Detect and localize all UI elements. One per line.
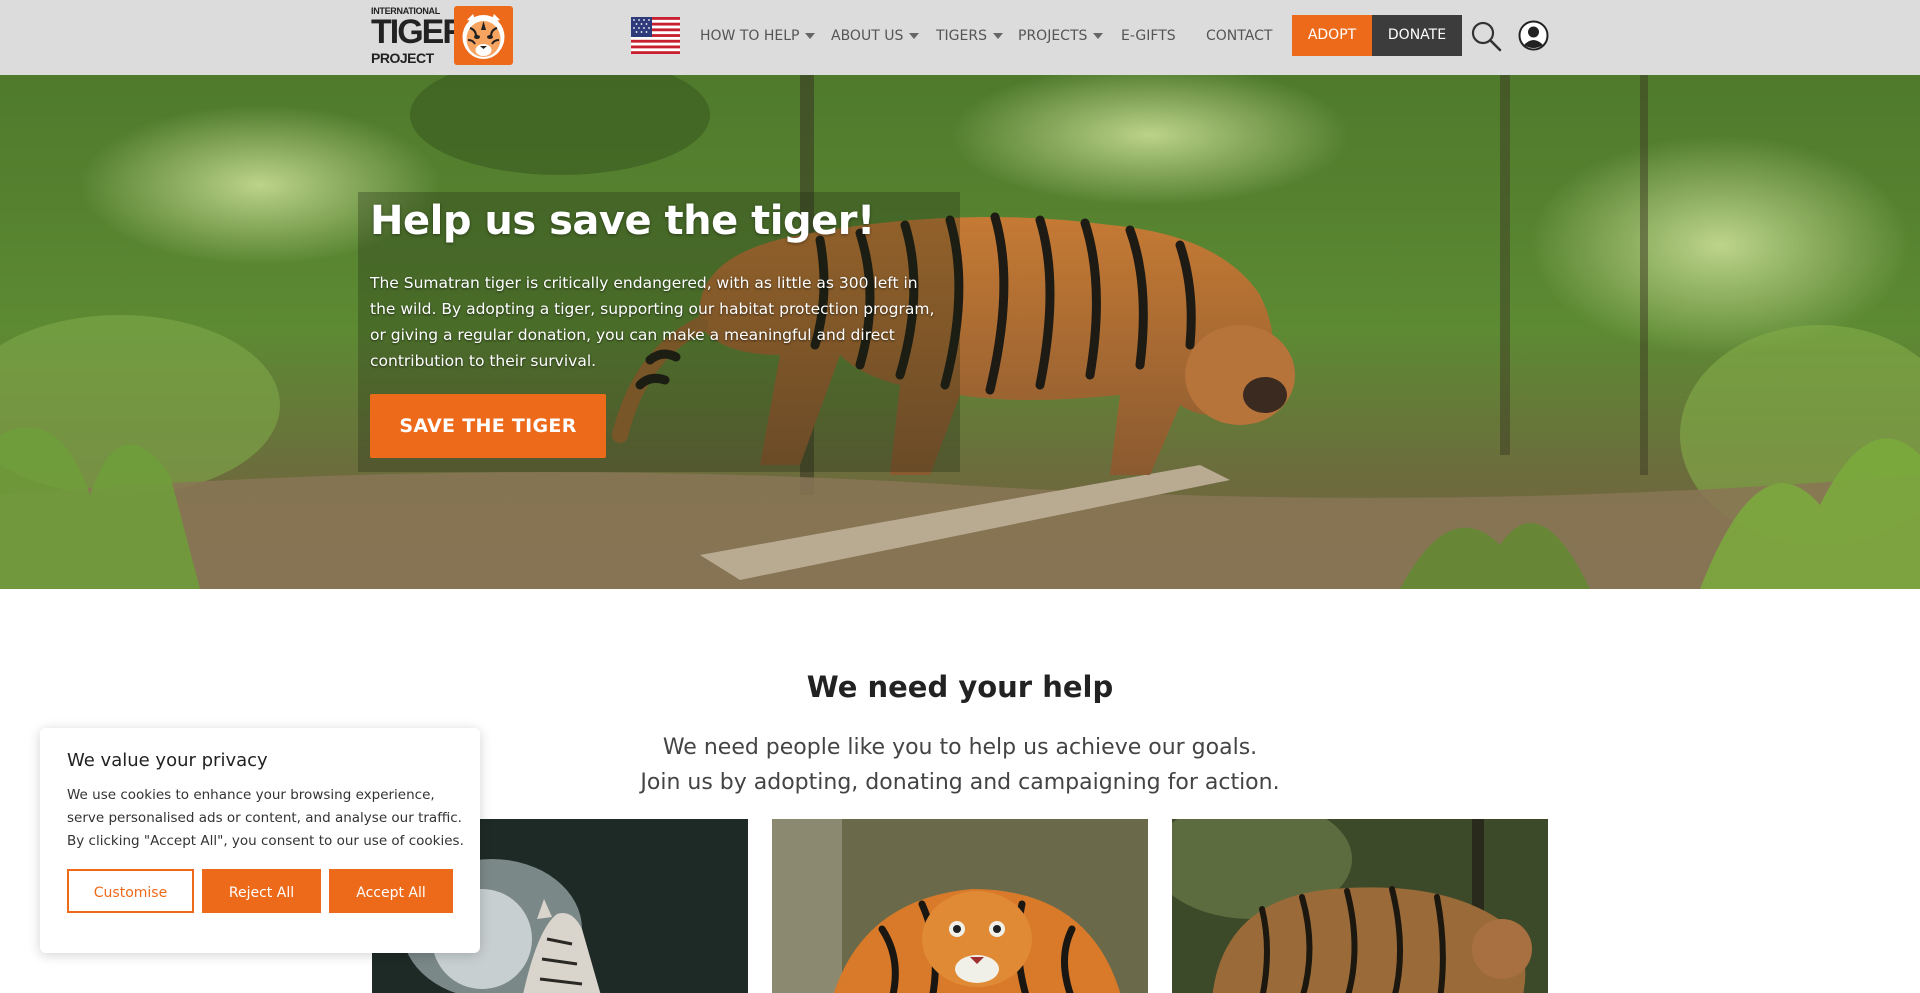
site-header: INTERNATIONAL TIGER PROJECT HOW TO HELP … [0, 0, 1920, 75]
hero-banner: Help us save the tiger! The Sumatran tig… [0, 75, 1920, 589]
nav-e-gifts[interactable]: E-GIFTS [1121, 0, 1176, 72]
user-icon[interactable] [1518, 20, 1549, 51]
logo-wordmark: INTERNATIONAL TIGER PROJECT [371, 5, 467, 67]
hero-title: Help us save the tiger! [370, 198, 875, 244]
adopt-button[interactable]: ADOPT [1292, 15, 1372, 56]
card-campaign-image[interactable] [1172, 819, 1548, 993]
chevron-down-icon [993, 33, 1003, 39]
help-section-title: We need your help [806, 670, 1114, 704]
chevron-down-icon [805, 33, 816, 39]
donate-button[interactable]: DONATE [1372, 15, 1462, 56]
hero-description: The Sumatran tiger is critically endange… [370, 274, 935, 370]
nav-label: E-GIFTS [1121, 28, 1176, 44]
nav-label: TIGERS [936, 28, 987, 44]
nav-about-us[interactable]: ABOUT US [831, 0, 920, 72]
cookie-consent-banner: We value your privacy We use cookies to … [40, 728, 480, 953]
nav-label: CONTACT [1206, 28, 1273, 44]
chevron-down-icon [1093, 33, 1104, 39]
cookie-text: We use cookies to enhance your browsing … [67, 787, 464, 849]
card-donate-image[interactable] [772, 819, 1148, 993]
save-the-tiger-button[interactable]: SAVE THE TIGER [370, 394, 606, 458]
reject-all-button[interactable]: Reject All [202, 869, 321, 913]
nav-contact[interactable]: CONTACT [1206, 0, 1272, 72]
nav-tigers[interactable]: TIGERS [936, 0, 1003, 72]
chevron-down-icon [909, 33, 920, 39]
customise-button[interactable]: Customise [67, 869, 194, 913]
logo-line-tiger: TIGER [371, 13, 467, 51]
us-flag-icon[interactable] [631, 17, 680, 54]
jungle-tiger-image [0, 75, 1920, 589]
tiger-face-icon [454, 6, 513, 65]
nav-label: HOW TO HELP [700, 28, 800, 44]
nav-label: PROJECTS [1018, 28, 1088, 44]
nav-projects[interactable]: PROJECTS [1018, 0, 1104, 72]
site-logo[interactable]: INTERNATIONAL TIGER PROJECT [371, 5, 513, 67]
accept-all-button[interactable]: Accept All [329, 869, 453, 913]
nav-label: ABOUT US [831, 28, 904, 44]
nav-how-to-help[interactable]: HOW TO HELP [700, 0, 816, 72]
cookie-title: We value your privacy [67, 750, 268, 771]
search-icon[interactable] [1470, 20, 1502, 52]
logo-line-project: PROJECT [371, 50, 434, 66]
